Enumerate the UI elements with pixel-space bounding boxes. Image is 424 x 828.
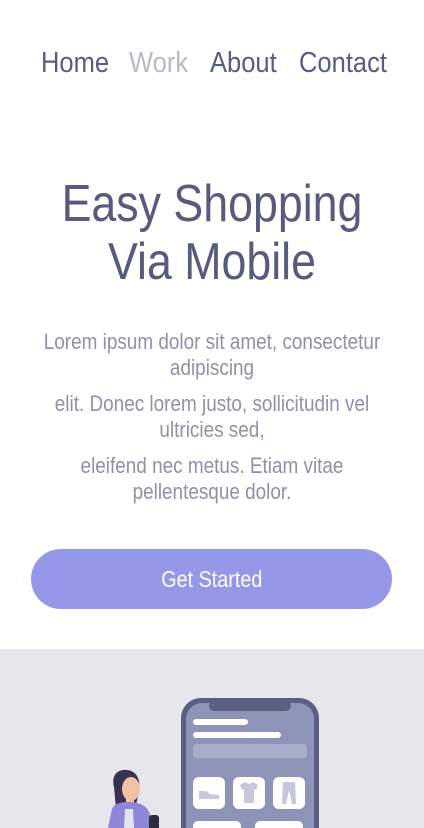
illustration-graphic [108,698,319,828]
nav-link-work[interactable]: Work [129,44,188,82]
shoe-icon [193,777,225,809]
phone-illustration [181,698,319,828]
hero-title-line-2: Via Mobile [107,233,316,291]
get-started-button[interactable]: Get Started [31,549,392,609]
pants-icon [273,777,305,809]
hero-title-line-1: Easy Shopping [61,175,363,233]
nav-link-home[interactable]: Home [41,44,109,82]
nav-link-about[interactable]: About [210,44,277,82]
get-started-label: Get Started [160,565,263,592]
hero-description-line-2: elit. Donec lorem justo, sollicitudin ve… [54,391,370,442]
hero-title: Easy Shopping Via Mobile [0,175,424,291]
hero-description: Lorem ipsum dolor sit amet, consectetur … [6,329,418,515]
hero-description-line-3: eleifend nec metus. Etiam vitae pellente… [80,453,344,504]
mobile-shopping-illustration [0,649,424,828]
top-navigation: Home Work About Contact [0,0,424,128]
hero-description-line-1: Lorem ipsum dolor sit amet, consectetur … [43,329,381,380]
person-illustration [108,769,159,828]
nav-link-contact[interactable]: Contact [299,44,387,82]
